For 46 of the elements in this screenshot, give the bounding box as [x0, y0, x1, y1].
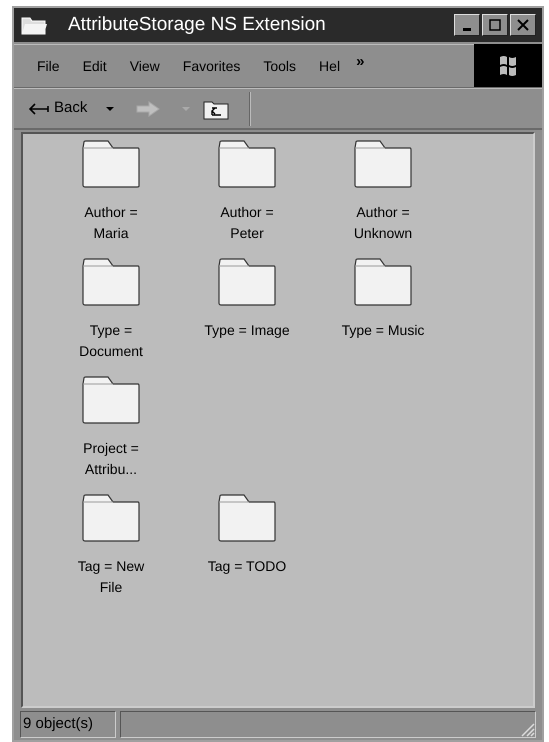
- back-arrow-icon: [28, 102, 50, 116]
- folder-icon: [82, 258, 140, 306]
- menu-item[interactable]: View: [120, 56, 169, 76]
- folder-icon: [218, 140, 276, 188]
- close-icon: [516, 19, 530, 31]
- folder-label: Type = Document: [78, 321, 144, 361]
- resize-grip-icon[interactable]: [519, 721, 535, 737]
- dropdown-caret-icon[interactable]: [105, 106, 116, 112]
- menu-item[interactable]: Hel: [310, 56, 350, 76]
- folder-item[interactable]: Author = Peter: [179, 140, 315, 244]
- folder-icon: [354, 258, 412, 306]
- folder-icon: [82, 376, 140, 424]
- folder-icon: [82, 494, 140, 542]
- back-button[interactable]: Back: [28, 97, 88, 120]
- folder-label: Author = Peter: [219, 203, 275, 243]
- minimize-button[interactable]: [454, 14, 480, 36]
- folder-item[interactable]: Type = Music: [315, 258, 451, 362]
- folder-item[interactable]: Type = Image: [179, 258, 315, 362]
- folder-label: Author = Unknown: [352, 203, 414, 243]
- folder-item[interactable]: Tag = New File: [43, 494, 179, 598]
- window-title: AttributeStorage NS Extension: [68, 12, 327, 37]
- folder-icon: [218, 494, 276, 542]
- folder-item[interactable]: Type = Document: [43, 258, 179, 362]
- folder-icon: [218, 258, 276, 306]
- folder-label: Type = Image: [204, 321, 290, 340]
- folder-item[interactable]: Project = Attribu...: [43, 376, 179, 480]
- folder-label: Tag = New File: [76, 557, 146, 597]
- folder-icon: [82, 140, 140, 188]
- close-button[interactable]: [510, 14, 536, 36]
- minimize-icon: [463, 28, 471, 30]
- menu-item[interactable]: Tools: [254, 56, 306, 76]
- menu-item[interactable]: Edit: [74, 56, 116, 76]
- menu-item[interactable]: Favorites: [174, 56, 250, 76]
- folder-label: Type = Music: [340, 321, 426, 340]
- folder-item[interactable]: Tag = TODO: [179, 494, 315, 598]
- folder-label: Tag = TODO: [206, 557, 288, 576]
- maximize-icon: [488, 19, 502, 31]
- maximize-button[interactable]: [482, 14, 508, 36]
- folder-icon: [354, 140, 412, 188]
- folder-item[interactable]: Author = Unknown: [315, 140, 451, 244]
- folder-item[interactable]: Author = Maria: [43, 140, 179, 244]
- menu-item[interactable]: File: [28, 56, 69, 76]
- chevron-button[interactable]: »: [356, 51, 364, 74]
- folder-label: Author = Maria: [83, 203, 139, 243]
- status-text: 9 object(s): [20, 711, 116, 738]
- folder-label: Project = Attribu...: [82, 439, 140, 479]
